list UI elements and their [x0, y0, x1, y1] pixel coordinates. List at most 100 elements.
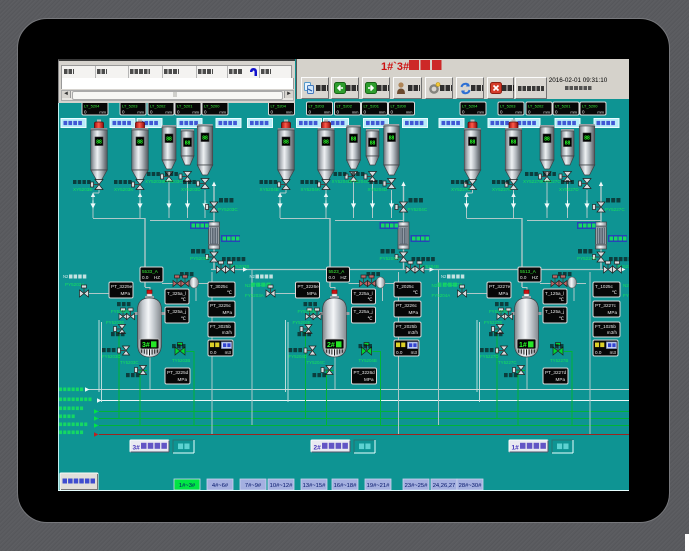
svg-text:mm: mm [406, 110, 413, 115]
svg-text:FY5204B: FY5204B [298, 309, 316, 314]
svg-text:LT_5204: LT_5204 [84, 104, 100, 109]
svg-text:1#~3#: 1#~3# [179, 483, 196, 489]
svg-text:XY5227C: XY5227C [541, 179, 561, 184]
svg-text:℃: ℃ [559, 297, 565, 302]
svg-text:PT_3226c: PT_3226c [396, 303, 418, 308]
svg-text:T_125a_l: T_125a_l [545, 291, 564, 296]
svg-text:FY5227B: FY5227B [489, 309, 507, 314]
svg-text:LT_5200: LT_5200 [582, 104, 598, 109]
svg-text:T_3025c: T_3025c [210, 284, 229, 289]
svg-text:1#: 1# [512, 445, 520, 452]
svg-text:mm: mm [286, 110, 293, 115]
svg-text:88: 88 [283, 140, 289, 146]
svg-text:XY5204C: XY5204C [350, 179, 370, 184]
svg-text:mm: mm [324, 110, 331, 115]
svg-text:3#: 3# [133, 445, 141, 452]
svg-text:mm: mm [99, 110, 106, 115]
svg-text:88: 88 [584, 136, 590, 142]
svg-text:T_2025c: T_2025c [396, 284, 415, 289]
svg-text:TY5203C: TY5203C [120, 360, 139, 365]
svg-text:16#~18#: 16#~18# [334, 483, 358, 489]
svg-text:MPa: MPa [409, 310, 419, 315]
svg-text:HZ: HZ [340, 275, 346, 280]
svg-text:T_1025c: T_1025c [595, 284, 614, 289]
svg-text:5523_A: 5523_A [329, 269, 346, 274]
svg-text:PY5204C: PY5204C [408, 207, 428, 212]
svg-text:mm: mm [543, 110, 550, 115]
svg-text:mm: mm [477, 110, 484, 115]
svg-text:mm: mm [165, 110, 172, 115]
svg-text:FY5204A: FY5204A [432, 293, 451, 298]
svg-text:FT_3025b: FT_3025b [210, 324, 231, 329]
svg-text:m3: m3 [225, 350, 232, 355]
svg-text:FY5227E: FY5227E [484, 320, 502, 325]
svg-text:XY5204K: XY5204K [301, 187, 321, 192]
svg-text:MPa: MPa [178, 377, 188, 382]
svg-text:TY5204B: TY5204B [359, 358, 377, 363]
svg-text:10#~12#: 10#~12# [270, 483, 294, 489]
svg-text:N2: N2 [623, 283, 629, 288]
svg-text:1#: 1# [519, 342, 527, 349]
svg-text:88: 88 [323, 140, 329, 146]
svg-text:T_225a_j: T_225a_j [354, 309, 373, 314]
svg-text:MPa: MPa [499, 291, 509, 296]
svg-text:28#~30#: 28#~30# [459, 483, 483, 489]
svg-text:m3: m3 [411, 350, 418, 355]
svg-text:mm: mm [219, 110, 226, 115]
svg-text:XY5203E: XY5203E [73, 187, 92, 192]
svg-text:mm: mm [352, 110, 359, 115]
svg-text:MPa: MPa [223, 310, 233, 315]
svg-text:PT_3226d: PT_3226d [354, 370, 376, 375]
svg-text:XY5203C: XY5203C [163, 179, 183, 184]
svg-text:FT_2025b: FT_2025b [396, 324, 417, 329]
svg-text:88: 88 [565, 141, 571, 147]
svg-text:LT_5204: LT_5204 [271, 104, 287, 109]
svg-text:LT_5200: LT_5200 [204, 104, 220, 109]
svg-text:PT_3227c: PT_3227c [595, 303, 617, 308]
svg-text:TY5203B: TY5203B [172, 358, 190, 363]
svg-text:88: 88 [511, 140, 517, 146]
svg-text:LT_5201: LT_5201 [364, 104, 380, 109]
svg-text:N2: N2 [245, 283, 251, 288]
svg-text:LT_5201: LT_5201 [555, 104, 571, 109]
svg-text:℃: ℃ [612, 290, 618, 295]
svg-text:T_325a_j: T_325a_j [167, 309, 186, 314]
svg-text:0.0: 0.0 [329, 275, 336, 280]
svg-text:88: 88 [166, 137, 172, 143]
svg-text:88: 88 [96, 140, 102, 146]
svg-text:4#~6#: 4#~6# [212, 483, 229, 489]
svg-text:TY5227C: TY5227C [498, 360, 517, 365]
svg-text:N2: N2 [441, 274, 447, 279]
svg-text:FY5204E: FY5204E [293, 320, 311, 325]
svg-text:m3/h: m3/h [222, 330, 233, 335]
svg-text:T_325a_l: T_325a_l [167, 291, 186, 296]
svg-text:5533_A: 5533_A [142, 269, 159, 274]
svg-text:HZ: HZ [154, 275, 160, 280]
svg-text:88: 88 [544, 137, 550, 143]
svg-text:3#: 3# [142, 342, 150, 349]
svg-text:T_125a_j: T_125a_j [545, 309, 564, 314]
svg-text:PY5227A: PY5227A [577, 256, 597, 261]
svg-text:LT_5203: LT_5203 [500, 104, 516, 109]
svg-text:XY5227B: XY5227B [523, 179, 542, 184]
svg-text:7#~9#: 7#~9# [245, 483, 262, 489]
svg-text:13#~15#: 13#~15# [303, 483, 327, 489]
svg-text:XY5227D: XY5227D [559, 187, 579, 192]
svg-text:℃: ℃ [413, 290, 419, 295]
svg-text:N2: N2 [432, 283, 438, 288]
svg-text:PY5203A: PY5203A [190, 256, 210, 261]
svg-text:FY5203A: FY5203A [245, 293, 264, 298]
svg-text:℃: ℃ [367, 297, 373, 302]
svg-text:FY5203B: FY5203B [111, 309, 129, 314]
svg-text:PT_3225e: PT_3225e [111, 284, 133, 289]
svg-text:℃: ℃ [181, 297, 187, 302]
svg-text:T_225a_l: T_225a_l [354, 291, 373, 296]
svg-text:0.0: 0.0 [210, 350, 217, 355]
svg-text:mm: mm [570, 110, 577, 115]
svg-text:88: 88 [185, 141, 191, 147]
svg-text:m3: m3 [610, 350, 617, 355]
svg-text:LT_5203: LT_5203 [309, 104, 325, 109]
svg-text:0.0: 0.0 [142, 275, 149, 280]
svg-text:0.0: 0.0 [595, 350, 602, 355]
svg-text:HZ: HZ [532, 275, 538, 280]
